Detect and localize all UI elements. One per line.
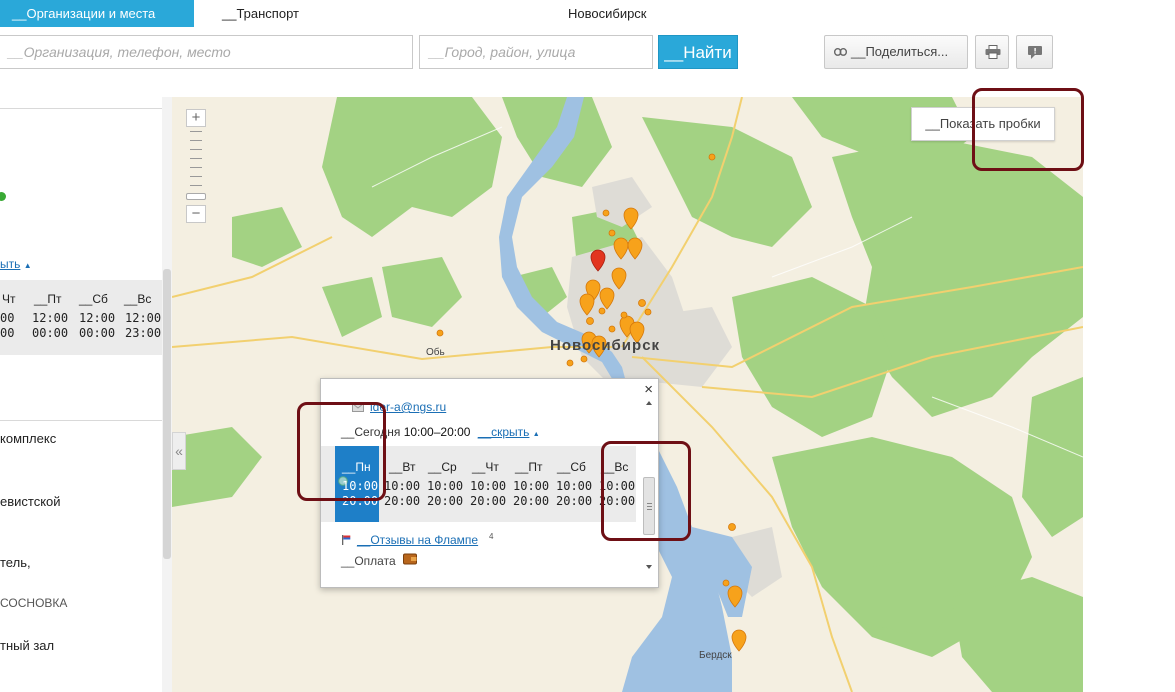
divider [0,420,162,421]
open-time: 10:00 [427,479,464,493]
reviews-count: 4 [489,532,494,541]
collapse-panel-button[interactable]: « [172,432,186,470]
close-time: 20:00 [556,494,593,508]
zoom-control: + − [186,109,206,223]
close-time: 00:00 [79,326,116,340]
wallet-icon [403,553,417,565]
caret-up-icon: ▲ [23,261,32,270]
highlight-ring [297,402,386,501]
left-panel-scrollbar[interactable] [163,269,171,559]
close-time: 00 [0,326,15,340]
link-icon [834,48,847,56]
zoom-slider[interactable] [186,127,206,205]
map-city-label: Новосибирск [550,337,661,354]
highlight-ring [972,88,1084,171]
open-time: 10:00 [384,479,421,493]
print-button[interactable] [975,35,1009,69]
caret-up-icon: ▲ [532,431,540,438]
city-selector[interactable]: Новосибирск [568,0,647,27]
close-time: 23:00 [125,326,162,340]
share-label: __Поделиться... [851,44,949,59]
open-time: 10:00 [470,479,507,493]
day-label: Чт [2,292,16,306]
day-label: __Вс [124,292,152,306]
top-tab-bar: __Организации и места __Транспорт Новоси… [0,0,1175,28]
collapse-schedule-link[interactable]: ыть ▲ [0,257,32,271]
day-label: __Сб [557,460,586,474]
scroll-up-icon[interactable] [643,399,655,407]
list-item[interactable]: тель, [0,555,31,570]
left-schedule-table: Чт __Пт __Сб __Вс 00 12:00 12:00 12:00 0… [0,280,165,355]
list-item[interactable]: комплекс [0,431,56,446]
list-item[interactable]: тный зал [0,638,54,653]
tab-transport[interactable]: __Транспорт [222,0,299,27]
open-time: 00 [0,311,15,325]
scroll-down-icon[interactable] [643,563,655,571]
open-time: 12:00 [32,311,69,325]
day-label: __Пт [515,460,543,474]
close-time: 20:00 [427,494,464,508]
day-label: __Вт [389,460,416,474]
tab-organizations[interactable]: __Организации и места [0,0,194,27]
day-label: __Чт [472,460,499,474]
status-dot-icon [0,192,6,201]
reviews-link[interactable]: __Отзывы на Флампе [357,533,478,547]
divider [0,108,162,109]
hide-schedule-link[interactable]: __скрыть [478,425,530,439]
close-time: 20:00 [513,494,550,508]
day-label: __Сб [79,292,108,306]
payment-label: __Оплата [341,554,396,568]
map-town-label: Бердск [699,650,732,661]
close-icon[interactable]: × [644,381,653,398]
highlight-ring [601,441,691,541]
speech-bubble-icon [1028,46,1042,59]
share-button[interactable]: __Поделиться... [824,35,968,69]
close-time: 20:00 [470,494,507,508]
open-time: 10:00 [556,479,593,493]
printer-icon [985,45,1001,59]
zoom-handle[interactable] [186,193,206,200]
list-item[interactable]: евистской [0,494,61,509]
zoom-in-button[interactable]: + [186,109,206,127]
zoom-out-button[interactable]: − [186,205,206,223]
open-time: 10:00 [513,479,550,493]
comment-button[interactable] [1016,35,1053,69]
today-hours: 10:00–20:00 [403,425,471,439]
open-time: 12:00 [125,311,162,325]
flag-icon [342,535,351,545]
day-label: __Пт [34,292,62,306]
search-what-input[interactable]: __Организация, телефон, место [0,35,413,69]
close-time: 20:00 [384,494,421,508]
map-town-label: Обь [426,347,445,358]
list-item[interactable]: СОСНОВКА [0,596,67,610]
search-where-input[interactable]: __Город, район, улица [419,35,653,69]
left-panel: ыть ▲ Чт __Пт __Сб __Вс 00 12:00 12:00 1… [0,97,172,692]
find-button[interactable]: __Найти [658,35,738,69]
open-time: 12:00 [79,311,116,325]
close-time: 00:00 [32,326,69,340]
day-label: __Ср [428,460,457,474]
